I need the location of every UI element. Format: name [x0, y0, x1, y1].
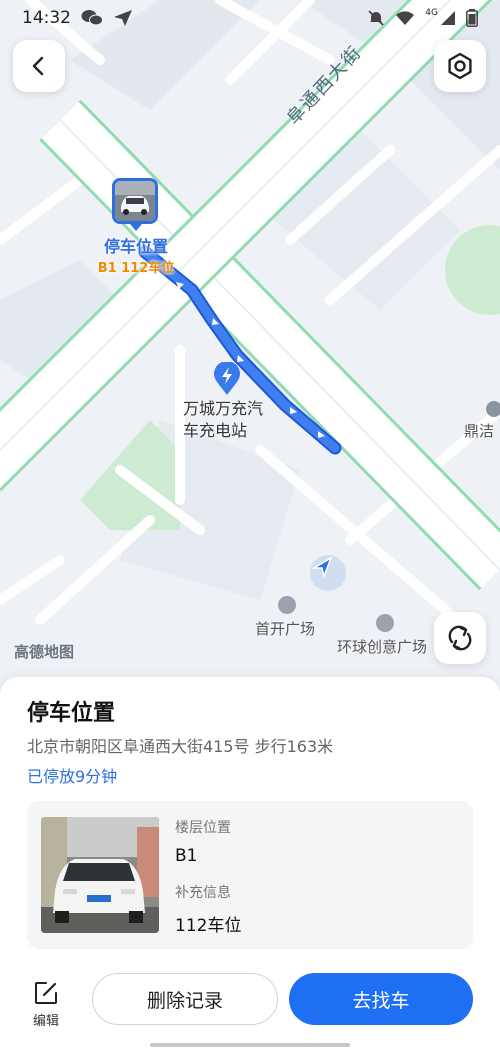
find-car-button[interactable]: 去找车 — [289, 973, 473, 1025]
status-time: 14:32 — [22, 8, 71, 28]
extra-info-value: 112车位 — [175, 916, 242, 936]
poi-lock-icon — [376, 614, 394, 632]
poi-lock-icon — [278, 596, 296, 614]
edit-icon — [35, 982, 57, 1004]
edit-label: 编辑 — [32, 1014, 59, 1029]
parking-marker[interactable] — [112, 178, 158, 224]
map-canvas — [0, 0, 500, 700]
poi-pin-icon — [486, 401, 500, 417]
charging-station-icon[interactable] — [213, 362, 241, 396]
floor-value: B1 — [175, 846, 198, 866]
network-type: 4G — [425, 8, 438, 18]
parking-marker-pin — [130, 224, 142, 231]
charging-station-label[interactable]: 万城万充汽 车充电站 — [183, 398, 263, 442]
parking-info-sheet: 停车位置 北京市朝阳区阜通西大街415号 步行163米 已停放9分钟 楼层位置 … — [0, 677, 500, 1055]
settings-button[interactable] — [434, 40, 486, 92]
send-icon — [114, 10, 132, 26]
refresh-icon — [448, 625, 472, 651]
parking-title: 停车位置 — [103, 237, 168, 256]
chevron-left-icon — [32, 56, 44, 76]
delete-record-button[interactable]: 删除记录 — [92, 973, 278, 1025]
home-indicator — [150, 1043, 350, 1047]
parking-detail-text: 楼层位置 B1 补充信息 112车位 — [175, 817, 241, 952]
back-button[interactable] — [13, 40, 65, 92]
charging-station-line1: 万城万充汽 — [183, 399, 264, 418]
parking-detail-card: 楼层位置 B1 补充信息 112车位 — [27, 801, 473, 949]
refresh-button[interactable] — [434, 612, 486, 664]
mute-icon — [368, 10, 384, 26]
extra-info-label: 补充信息 — [175, 885, 231, 901]
status-bar: 14:32 4G — [0, 0, 500, 36]
battery-icon — [466, 9, 478, 27]
poi-plaza-label[interactable]: 首开广场 — [255, 618, 315, 639]
parking-label: 停车位置 B1 112车位 — [88, 233, 184, 276]
settings-icon — [448, 52, 472, 80]
signal-icon — [441, 11, 455, 25]
parking-duration: 已停放9分钟 — [27, 767, 118, 786]
map-logo: 高德地图 — [14, 643, 75, 661]
charging-station-line2: 车充电站 — [183, 421, 248, 440]
map-view[interactable]: 阜通西大街 停车位置 B1 112车位 万城万充汽 车充电站 鼎洁 首开广场 环… — [0, 0, 500, 700]
edit-button[interactable]: 编辑 — [22, 980, 70, 1029]
parking-address: 北京市朝阳区阜通西大街415号 步行163米 — [27, 737, 334, 756]
car-photo-image — [41, 817, 159, 933]
wechat-icon — [81, 10, 103, 26]
floor-label: 楼层位置 — [175, 820, 231, 836]
user-location-icon — [310, 555, 346, 591]
poi-creative-label[interactable]: 环球创意广场 — [337, 636, 427, 657]
wifi-icon — [396, 11, 415, 25]
sheet-title: 停车位置 — [27, 701, 116, 726]
car-photo[interactable] — [41, 817, 159, 933]
poi-partial-label[interactable]: 鼎洁 — [464, 420, 494, 441]
parking-space: B1 112车位 — [97, 261, 175, 276]
car-thumbnail-icon — [115, 181, 155, 221]
